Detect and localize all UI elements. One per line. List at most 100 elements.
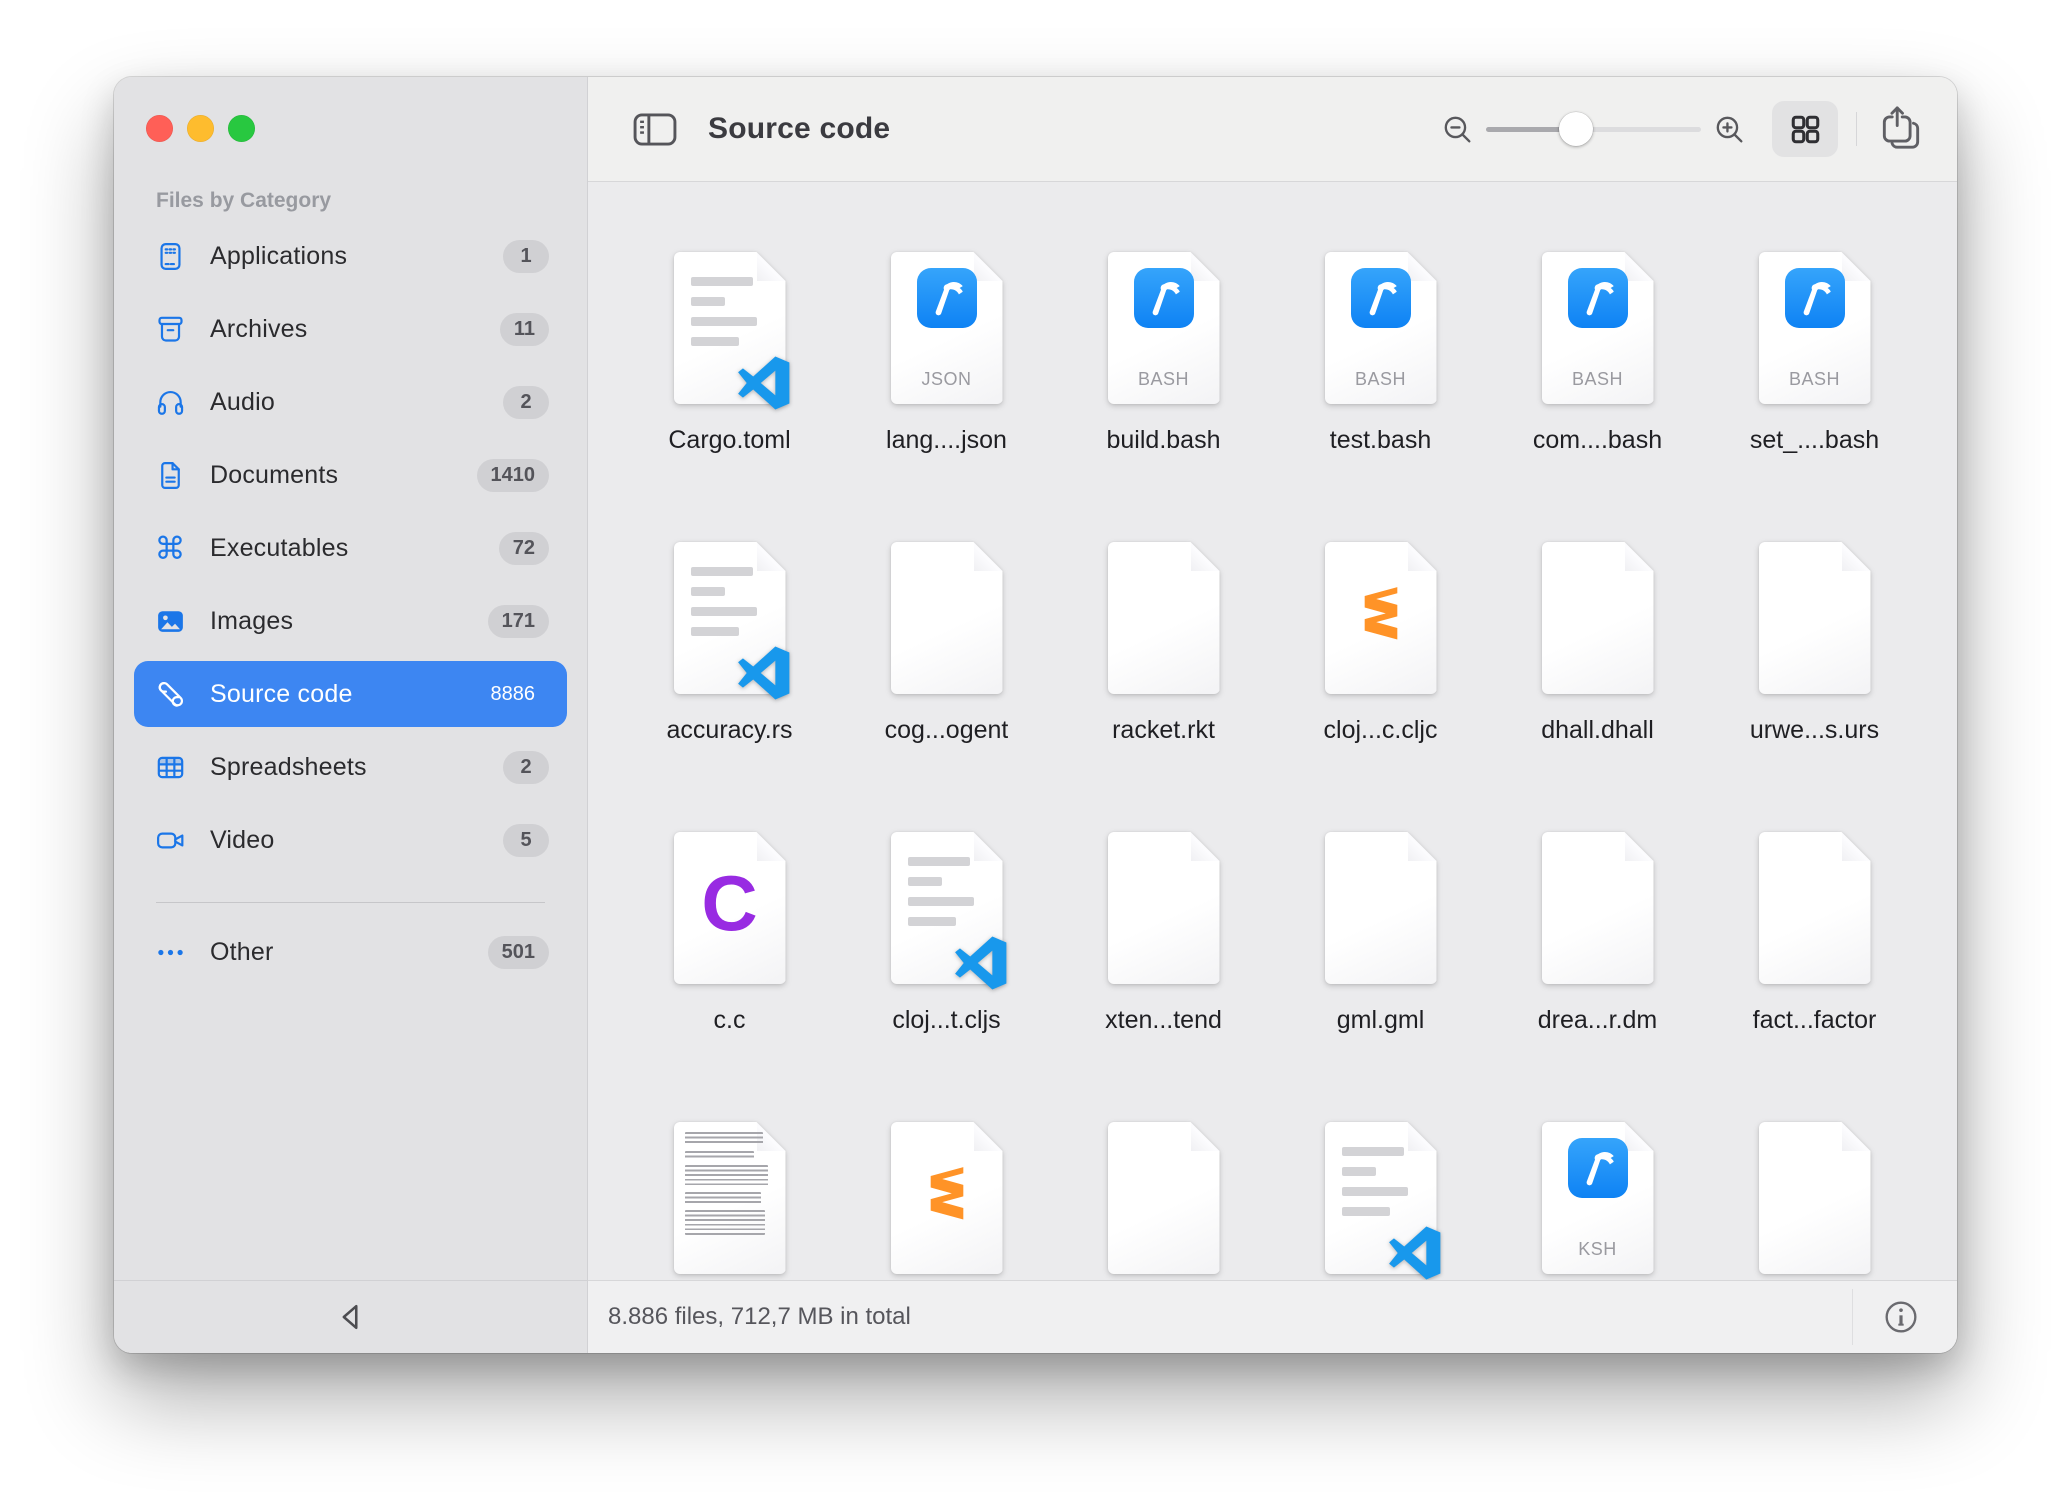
sidebar-item-spreadsheets[interactable]: Spreadsheets 2 xyxy=(134,734,567,800)
file-item-cloj-c-cljc[interactable]: cloj...c.cljc xyxy=(1272,542,1489,832)
file-icon: BASH xyxy=(1296,252,1466,410)
sidebar-item-documents[interactable]: Documents 1410 xyxy=(134,442,567,508)
hammer-icon xyxy=(1577,277,1619,319)
file-name: drea...r.dm xyxy=(1538,1006,1658,1035)
file-item-c-c[interactable]: C c.c xyxy=(621,832,838,1122)
file-grid: Cargo.toml JSON xyxy=(588,182,1957,1280)
page-fold-corner xyxy=(1625,542,1654,571)
vscode-badge-icon xyxy=(954,936,1008,990)
document-icon xyxy=(152,457,188,493)
file-item-cloj-t-cljs[interactable]: cloj...t.cljs xyxy=(838,832,1055,1122)
file-item-com-bash[interactable]: BASH com....bash xyxy=(1489,252,1706,542)
grid-view-button[interactable] xyxy=(1772,101,1838,157)
file-name: cloj...t.cljs xyxy=(892,1006,1000,1035)
info-button[interactable] xyxy=(1875,1291,1927,1343)
sidebar-item-count-badge: 1 xyxy=(503,240,549,273)
file-item-gml-gml[interactable]: gml.gml xyxy=(1272,832,1489,1122)
file-item[interactable] xyxy=(1272,1122,1489,1280)
sidebar-item-audio[interactable]: Audio 2 xyxy=(134,369,567,435)
toggle-sidebar-button[interactable] xyxy=(632,111,678,148)
file-type-badge: JSON xyxy=(891,369,1003,390)
zoom-slider-knob[interactable] xyxy=(1559,112,1593,146)
file-icon xyxy=(1730,832,1900,990)
document-page xyxy=(1108,832,1220,984)
document-page: BASH xyxy=(1325,252,1437,404)
page-fold-corner xyxy=(1191,542,1220,571)
sidebar-item-label: Source code xyxy=(210,680,477,709)
magnifier-plus-icon xyxy=(1713,113,1746,146)
grid-view-icon xyxy=(1788,112,1823,147)
file-item[interactable]: KSH xyxy=(1489,1122,1706,1280)
fullscreen-button[interactable] xyxy=(228,115,255,142)
close-button[interactable] xyxy=(146,115,173,142)
file-name: set_....bash xyxy=(1750,426,1879,455)
zoom-controls xyxy=(1441,112,1746,146)
file-icon xyxy=(1730,1122,1900,1280)
file-icon xyxy=(862,1122,1032,1280)
document-page xyxy=(1759,832,1871,984)
status-bar-separator xyxy=(1852,1289,1853,1345)
file-item[interactable] xyxy=(621,1122,838,1280)
toolbar-separator xyxy=(1856,112,1857,146)
file-icon: KSH xyxy=(1513,1122,1683,1280)
file-item-build-bash[interactable]: BASH build.bash xyxy=(1055,252,1272,542)
file-item-set-bash[interactable]: BASH set_....bash xyxy=(1706,252,1923,542)
page-fold-corner xyxy=(1408,832,1437,861)
document-text-lines xyxy=(691,567,757,647)
document-page: KSH xyxy=(1542,1122,1654,1274)
ellipsis-icon xyxy=(152,934,188,970)
minimize-button[interactable] xyxy=(187,115,214,142)
sidebar-item-applications[interactable]: Applications 1 xyxy=(134,223,567,289)
file-item-accuracy-rs[interactable]: accuracy.rs xyxy=(621,542,838,832)
sidebar-item-executables[interactable]: ⌘ Executables 72 xyxy=(134,515,567,581)
hammer-badge xyxy=(1351,268,1411,328)
file-item-cog-ogent[interactable]: cog...ogent xyxy=(838,542,1055,832)
page-fold-corner xyxy=(1842,252,1871,281)
document-page xyxy=(1759,542,1871,694)
sidebar-item-label: Other xyxy=(210,938,488,967)
app-window: Files by Category Applications 1 Archive… xyxy=(114,77,1957,1353)
file-item-racket-rkt[interactable]: racket.rkt xyxy=(1055,542,1272,832)
sidebar: Files by Category Applications 1 Archive… xyxy=(114,77,588,1353)
document-page: JSON xyxy=(891,252,1003,404)
sidebar-item-video[interactable]: Video 5 xyxy=(134,807,567,873)
file-item-cargo-toml[interactable]: Cargo.toml xyxy=(621,252,838,542)
share-button[interactable] xyxy=(1875,101,1927,157)
file-item[interactable] xyxy=(1055,1122,1272,1280)
zoom-out-button[interactable] xyxy=(1441,113,1474,146)
zoom-slider[interactable] xyxy=(1486,112,1701,146)
zoom-slider-track[interactable] xyxy=(1486,127,1701,132)
file-name: com....bash xyxy=(1533,426,1662,455)
file-item-xten-tend[interactable]: xten...tend xyxy=(1055,832,1272,1122)
file-item[interactable] xyxy=(838,1122,1055,1280)
file-name: urwe...s.urs xyxy=(1750,716,1879,745)
sidebar-item-count-badge: 72 xyxy=(499,532,549,565)
sidebar-item-source-code[interactable]: Source code 8886 xyxy=(134,661,567,727)
file-item-dhall-dhall[interactable]: dhall.dhall xyxy=(1489,542,1706,832)
page-fold-corner xyxy=(1191,832,1220,861)
hammer-badge xyxy=(1134,268,1194,328)
sidebar-category-list: Applications 1 Archives 11 Audio 2 Docum… xyxy=(114,223,587,880)
file-type-badge: BASH xyxy=(1108,369,1220,390)
file-item[interactable] xyxy=(1706,1122,1923,1280)
back-button[interactable] xyxy=(333,1299,369,1335)
command-icon: ⌘ xyxy=(152,530,188,566)
document-page xyxy=(891,542,1003,694)
sidebar-item-archives[interactable]: Archives 11 xyxy=(134,296,567,362)
file-name: test.bash xyxy=(1330,426,1431,455)
sidebar-item-other[interactable]: Other 501 xyxy=(134,919,567,985)
zoom-in-button[interactable] xyxy=(1713,113,1746,146)
file-item-fact-factor[interactable]: fact...factor xyxy=(1706,832,1923,1122)
document-text-lines xyxy=(908,857,974,937)
hammer-icon xyxy=(1794,277,1836,319)
sidebar-item-count-badge: 5 xyxy=(503,824,549,857)
file-item-drea-r-dm[interactable]: drea...r.dm xyxy=(1489,832,1706,1122)
file-item-urwe-s-urs[interactable]: urwe...s.urs xyxy=(1706,542,1923,832)
file-item-test-bash[interactable]: BASH test.bash xyxy=(1272,252,1489,542)
file-item-lang-json[interactable]: JSON lang....json xyxy=(838,252,1055,542)
file-icon xyxy=(1296,542,1466,700)
file-icon xyxy=(862,832,1032,990)
file-icon xyxy=(645,1122,815,1280)
sidebar-item-images[interactable]: Images 171 xyxy=(134,588,567,654)
sidebar-divider xyxy=(156,902,545,903)
